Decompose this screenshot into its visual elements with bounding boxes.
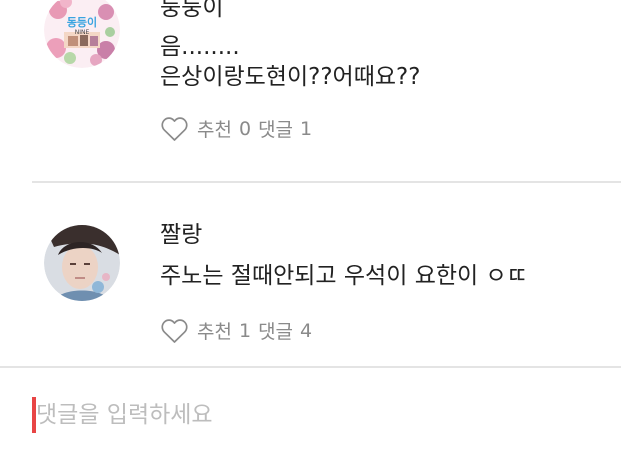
like-label[interactable]: 추천 [197,317,232,344]
like-count: 1 [238,319,252,342]
like-count: 0 [238,117,252,140]
heart-outline-icon[interactable] [160,115,189,142]
comment-author[interactable]: 둥둥이 [160,0,223,22]
comment-input[interactable] [36,394,596,436]
user-avatar[interactable]: 동등이 NINE [44,0,120,68]
comment-body-line: 음........ [160,34,240,60]
comment-thread: 동등이 NINE 둥둥이 음........ 은상이랑도현이??어때요?? 추천… [0,0,621,466]
comment-item: 짤랑 주노는 절때안되고 우석이 요한이 ㅇㄸ 추천 1 댓글 4 [0,183,621,367]
heart-outline-icon[interactable] [160,317,189,344]
reply-label[interactable]: 댓글 [258,317,293,344]
avatar-image: 동등이 NINE [44,0,120,68]
user-avatar[interactable] [44,225,120,301]
comment-body: 음........ 은상이랑도현이??어때요?? [160,32,605,92]
comment-input-bar [0,368,621,466]
reply-label[interactable]: 댓글 [258,115,293,142]
avatar-image [44,225,120,301]
comment-meta: 추천 1 댓글 4 [160,317,312,344]
comment-body-line: 주노는 절때안되고 우석이 요한이 ㅇㄸ [160,263,528,289]
comment-author[interactable]: 짤랑 [160,215,202,249]
like-label[interactable]: 추천 [197,115,232,142]
comment-meta: 추천 0 댓글 1 [160,115,312,142]
reply-count: 4 [300,319,313,342]
avatar-badge-text: 동등이 [67,15,97,29]
comment-item: 동등이 NINE 둥둥이 음........ 은상이랑도현이??어때요?? 추천… [0,0,621,182]
comment-body: 주노는 절때안되고 우석이 요한이 ㅇㄸ [160,261,605,291]
comment-body-line: 은상이랑도현이??어때요?? [160,64,421,90]
avatar-mini-text: NINE [75,29,90,36]
reply-count: 1 [300,117,313,140]
